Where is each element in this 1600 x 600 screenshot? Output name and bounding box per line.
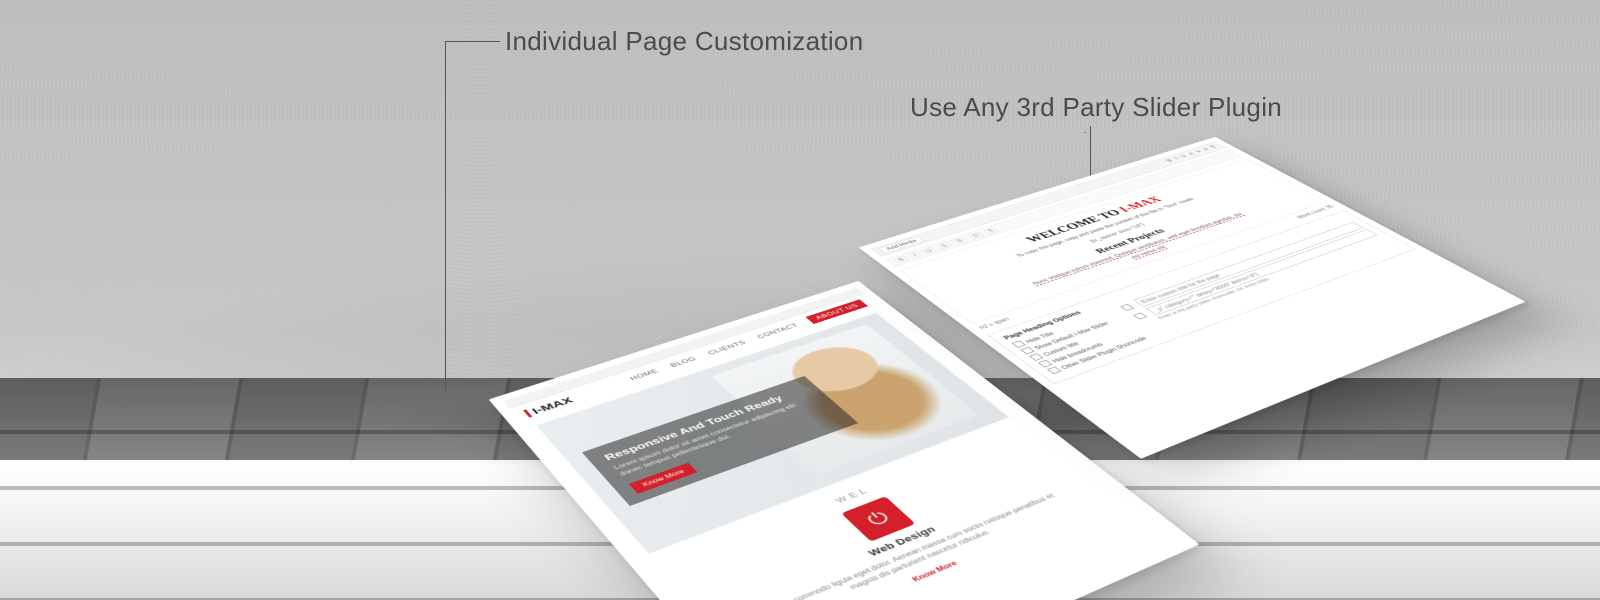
checkbox-icon[interactable] [1020,347,1034,354]
tb-btn[interactable]: ¶ [983,227,999,234]
callout-left: Individual Page Customization [505,26,863,57]
hero-title: Responsive And Touch Ready [602,386,807,462]
nav-blog[interactable]: BLOG [669,356,698,369]
callout-left-leader-v [445,41,446,391]
checkbox-icon[interactable] [1120,304,1134,311]
tb-btn[interactable]: ☰ [950,236,969,245]
tb-btn[interactable]: I [908,251,922,258]
tb-btn[interactable]: S [936,242,953,250]
options-col-checkboxes: Hide Title Show Default I-Max Slider Cus… [1012,310,1149,374]
callout-right: Use Any 3rd Party Slider Plugin [910,92,1282,123]
callout-right-leader-gap [1085,132,1086,133]
hero-text: Lorem ipsum dolor sit amet consectetur a… [612,396,822,477]
tb-btn[interactable]: U [920,247,937,255]
checkbox-icon[interactable] [1133,313,1147,320]
logo-bar-icon [523,409,532,417]
nav-home[interactable]: HOME [628,368,659,382]
callout-left-leader-h [445,41,500,42]
checkbox-icon[interactable] [1029,353,1043,361]
callout-right-text: Use Any 3rd Party Slider Plugin [910,92,1282,122]
tb-btn[interactable]: B [892,255,909,263]
logo-suffix: MAX [538,395,575,413]
tb-btn[interactable]: ☷ [967,231,986,240]
checkbox-icon[interactable] [1038,360,1052,368]
checkbox-icon[interactable] [1012,340,1026,347]
checkbox-icon[interactable] [1047,366,1062,374]
promo-scene: Individual Page Customization Use Any 3r… [0,0,1600,600]
nav-clients[interactable]: CLIENTS [706,339,747,355]
callout-left-text: Individual Page Customization [505,26,863,56]
